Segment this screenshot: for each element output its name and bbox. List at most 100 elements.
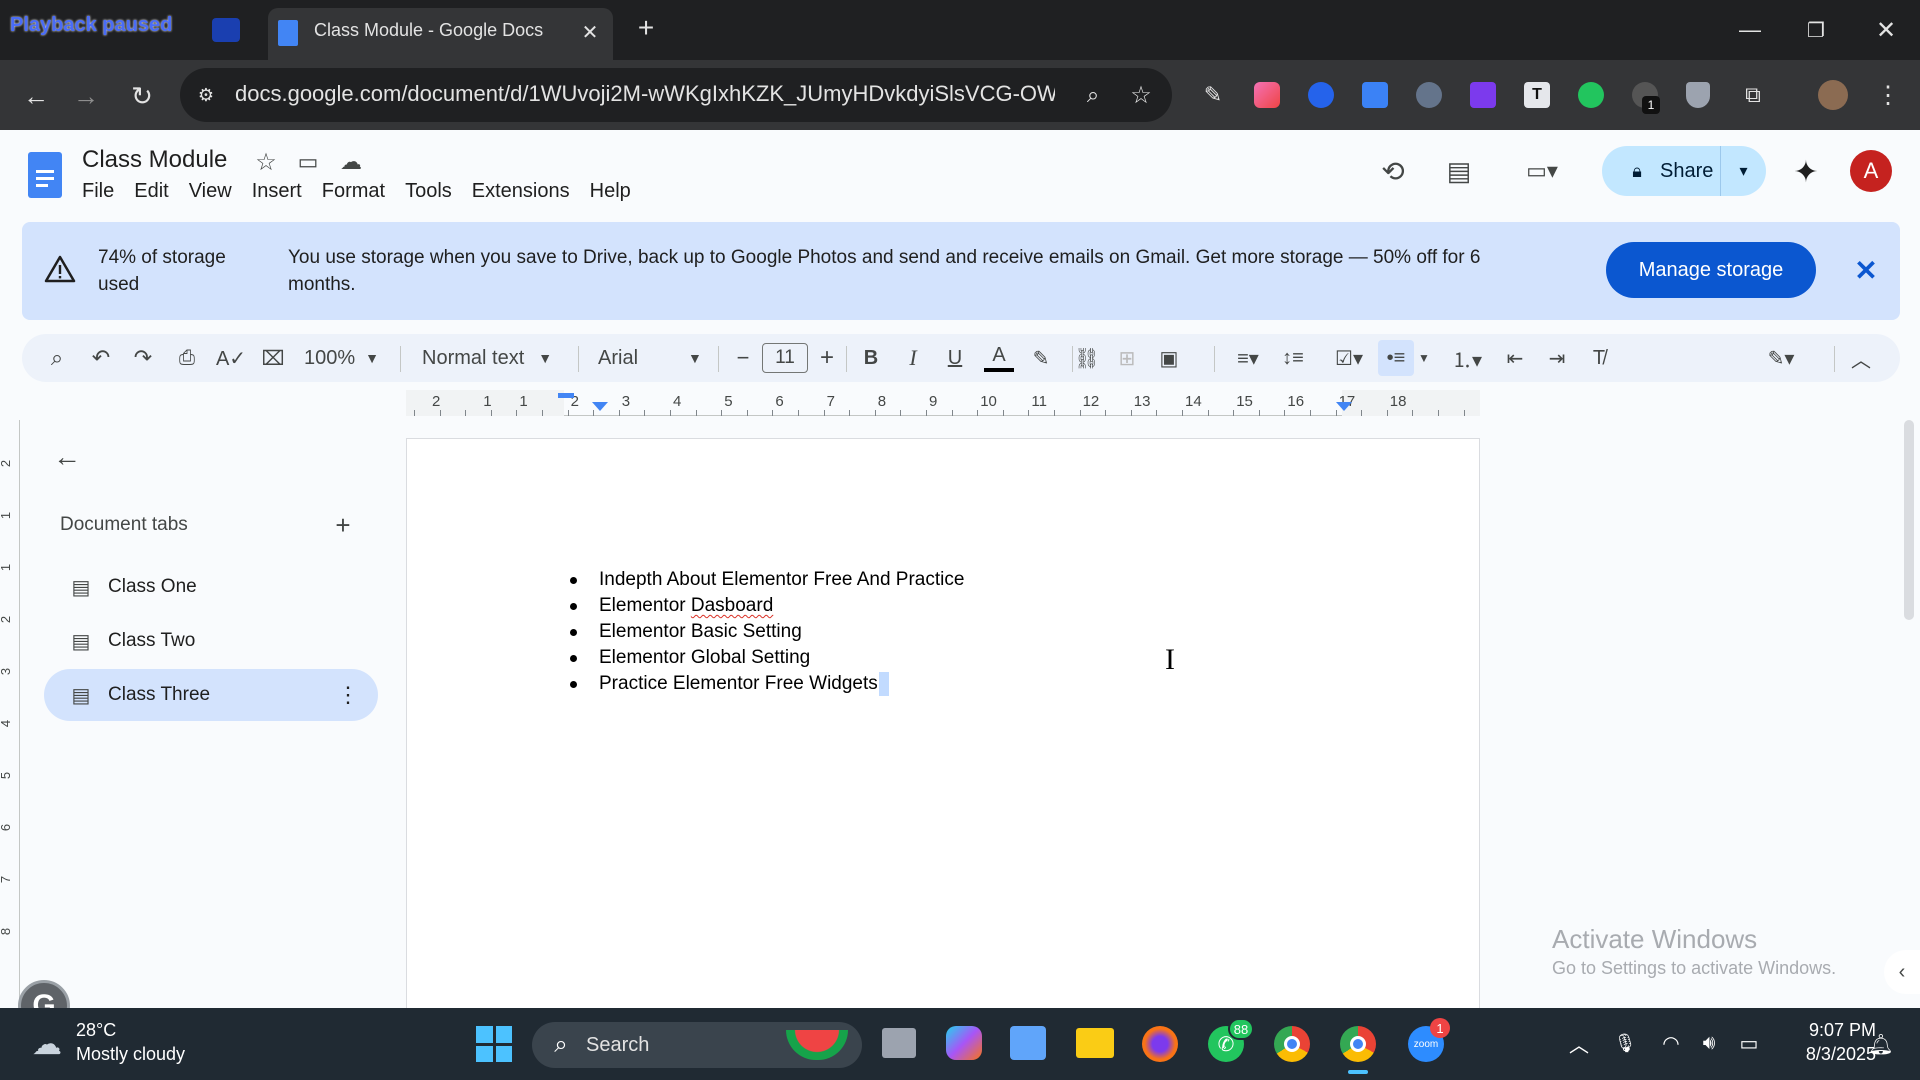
menu-insert[interactable]: Insert bbox=[252, 180, 302, 203]
back-icon[interactable]: ← bbox=[18, 78, 54, 114]
firefox-icon[interactable] bbox=[1142, 1026, 1178, 1062]
sidebar-item-class-one[interactable]: ▤ Class One bbox=[44, 561, 378, 613]
copilot-icon[interactable] bbox=[946, 1026, 982, 1060]
forward-icon[interactable]: → bbox=[68, 78, 104, 114]
share-dropdown-icon[interactable]: ▾ bbox=[1720, 146, 1766, 196]
shield-extension-icon[interactable] bbox=[1686, 82, 1710, 108]
reload-icon[interactable]: ↻ bbox=[124, 78, 160, 114]
vertical-scrollbar[interactable] bbox=[1904, 420, 1914, 620]
list-item[interactable]: Indepth About Elementor Free And Practic… bbox=[567, 567, 964, 593]
numbered-list-icon[interactable]: ⒈▾ bbox=[1444, 334, 1490, 382]
close-banner-icon[interactable]: ✕ bbox=[1848, 252, 1884, 288]
align-icon[interactable]: ≡▾ bbox=[1226, 334, 1270, 382]
document-page[interactable]: Indepth About Elementor Free And Practic… bbox=[406, 438, 1480, 1010]
zoom-select[interactable]: 100% ▼ bbox=[304, 334, 394, 382]
insert-link-icon[interactable]: ⛓ bbox=[1070, 334, 1104, 382]
add-tab-icon[interactable]: + bbox=[328, 510, 358, 540]
extension-icon-2[interactable] bbox=[1308, 82, 1334, 108]
print-icon[interactable]: ⎙ bbox=[172, 334, 202, 382]
decrease-indent-icon[interactable]: ⇤ bbox=[1500, 334, 1530, 382]
menu-tools[interactable]: Tools bbox=[405, 180, 452, 203]
star-icon[interactable]: ☆ bbox=[252, 148, 280, 176]
taskbar-search[interactable]: ⌕ Search bbox=[532, 1022, 862, 1068]
bold-icon[interactable]: B bbox=[856, 334, 886, 382]
font-size-input[interactable]: 11 bbox=[762, 343, 808, 373]
version-history-icon[interactable]: ⟲ bbox=[1376, 154, 1410, 188]
share-button[interactable]: 🔒︎ Share ▾ bbox=[1602, 146, 1766, 196]
microphone-icon[interactable]: 🎙︎ bbox=[1610, 1030, 1640, 1056]
chrome-profile-icon[interactable] bbox=[1340, 1026, 1376, 1062]
line-spacing-icon[interactable]: ↕≡ bbox=[1278, 334, 1308, 382]
vertical-ruler[interactable]: 2 1 1 2 3 4 5 6 7 8 bbox=[0, 420, 20, 1008]
cloud-status-icon[interactable]: ☁ bbox=[336, 148, 366, 176]
list-item[interactable]: Elementor Basic Setting bbox=[567, 619, 964, 645]
search-menus-icon[interactable]: ⌕ bbox=[42, 334, 72, 382]
menu-view[interactable]: View bbox=[189, 180, 232, 203]
show-hidden-icons[interactable]: ︿ bbox=[1566, 1030, 1592, 1057]
first-line-indent-marker[interactable] bbox=[558, 393, 574, 398]
minimize-icon[interactable]: — bbox=[1730, 14, 1770, 46]
checklist-icon[interactable]: ☑▾ bbox=[1326, 334, 1372, 382]
bulleted-list-icon[interactable]: •≡ bbox=[1378, 340, 1414, 376]
menu-extensions[interactable]: Extensions bbox=[472, 180, 570, 203]
notifications-icon[interactable]: 🔔︎ bbox=[1866, 1030, 1896, 1058]
battery-icon[interactable]: ▭ bbox=[1734, 1030, 1764, 1056]
list-item[interactable]: Elementor Global Setting bbox=[567, 645, 964, 671]
sidebar-item-class-three[interactable]: ▤ Class Three ⋮ bbox=[44, 669, 378, 721]
menu-format[interactable]: Format bbox=[322, 180, 385, 203]
wordpress-extension-icon[interactable] bbox=[1416, 82, 1442, 108]
weather-icon[interactable]: ☁ bbox=[26, 1026, 68, 1062]
list-item[interactable]: Elementor Dasboard bbox=[567, 593, 964, 619]
editing-mode-icon[interactable]: ✎▾ bbox=[1756, 334, 1806, 382]
account-avatar[interactable]: A bbox=[1850, 150, 1892, 192]
clear-formatting-icon[interactable]: T̸ bbox=[1584, 334, 1614, 382]
increase-indent-icon[interactable]: ⇥ bbox=[1542, 334, 1572, 382]
docs-logo-icon[interactable] bbox=[28, 152, 62, 198]
extension-icon-5[interactable] bbox=[1470, 82, 1496, 108]
move-folder-icon[interactable]: ▭ bbox=[294, 148, 322, 176]
restore-icon[interactable]: ❐ bbox=[1796, 14, 1836, 46]
highlight-color-icon[interactable]: ✎ bbox=[1026, 334, 1056, 382]
gemini-icon[interactable]: ✦ bbox=[1788, 154, 1824, 190]
close-outline-icon[interactable]: ← bbox=[50, 440, 84, 474]
clock-date[interactable]: 8/3/2025 bbox=[1780, 1044, 1876, 1065]
sidebar-item-class-two[interactable]: ▤ Class Two bbox=[44, 615, 378, 667]
underline-icon[interactable]: U bbox=[940, 334, 970, 382]
comments-icon[interactable]: ▤ bbox=[1442, 154, 1476, 188]
chrome-icon[interactable] bbox=[1274, 1026, 1310, 1062]
manage-storage-button[interactable]: Manage storage bbox=[1606, 242, 1816, 298]
undo-icon[interactable]: ↶ bbox=[86, 334, 116, 382]
extension-icon-3[interactable] bbox=[1362, 82, 1388, 108]
list-item[interactable]: Practice Elementor Free Widgets bbox=[567, 671, 964, 697]
menu-edit[interactable]: Edit bbox=[134, 180, 168, 203]
style-select[interactable]: Normal text ▼ bbox=[422, 334, 572, 382]
task-view-icon[interactable] bbox=[882, 1028, 916, 1058]
add-comment-icon[interactable]: ⊞ bbox=[1112, 334, 1142, 382]
tab-options-icon[interactable]: ⋮ bbox=[337, 681, 359, 709]
insert-image-icon[interactable]: ▣ bbox=[1154, 334, 1184, 382]
file-explorer-icon[interactable] bbox=[1076, 1028, 1114, 1058]
italic-icon[interactable]: I bbox=[898, 334, 928, 382]
right-indent-marker[interactable] bbox=[1336, 402, 1352, 411]
document-title[interactable]: Class Module bbox=[82, 146, 227, 174]
bookmark-star-icon[interactable]: ☆ bbox=[1126, 80, 1156, 110]
wifi-icon[interactable]: ◠ bbox=[1656, 1030, 1686, 1056]
zoom-icon[interactable]: ⌕ bbox=[1078, 80, 1108, 110]
menu-help[interactable]: Help bbox=[590, 180, 631, 203]
close-window-icon[interactable]: ✕ bbox=[1866, 14, 1906, 46]
menu-file[interactable]: File bbox=[82, 180, 114, 203]
font-select[interactable]: Arial ▼ bbox=[598, 334, 728, 382]
left-indent-marker[interactable] bbox=[592, 402, 608, 411]
site-info-icon[interactable]: ⚙ bbox=[192, 81, 220, 109]
address-bar[interactable]: ⚙ docs.google.com/document/d/1WUvoji2M-w… bbox=[180, 68, 1172, 122]
hide-menus-icon[interactable]: ︿ bbox=[1846, 334, 1876, 382]
chrome-menu-icon[interactable]: ⋮ bbox=[1876, 80, 1900, 110]
volume-icon[interactable]: 🔊︎ bbox=[1694, 1030, 1724, 1056]
extension-icon-6[interactable]: T bbox=[1524, 82, 1550, 108]
extension-icon-1[interactable] bbox=[1254, 82, 1280, 108]
eyedropper-extension-icon[interactable]: ✎ bbox=[1198, 80, 1228, 110]
text-color-icon[interactable]: A bbox=[984, 342, 1014, 372]
extensions-puzzle-icon[interactable]: ⧉ bbox=[1738, 80, 1768, 110]
profile-avatar-icon[interactable] bbox=[1818, 80, 1848, 110]
pinned-tab-icon[interactable] bbox=[212, 18, 240, 42]
